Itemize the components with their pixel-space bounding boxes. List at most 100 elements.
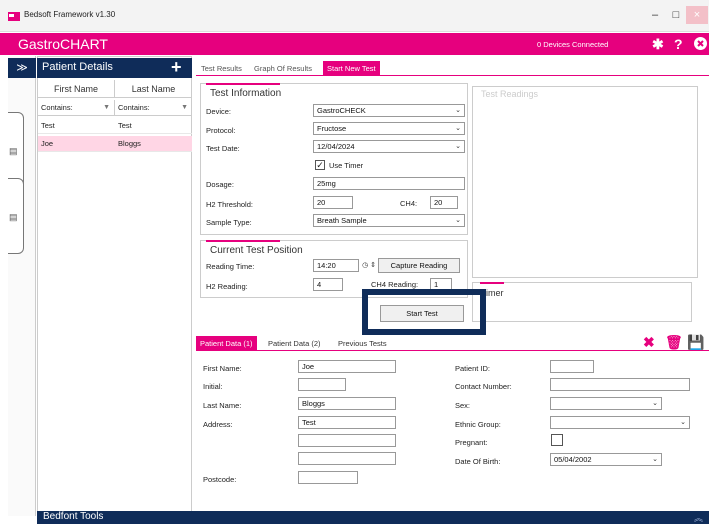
ethnic-group-select[interactable]: ⌄	[550, 416, 690, 429]
folder-icon: ▤	[9, 212, 18, 222]
chevron-down-icon: ⌄	[652, 400, 658, 407]
protocol-value: Fructose	[317, 124, 347, 133]
last-name-input[interactable]: Bloggs	[298, 397, 396, 410]
filter-first-name[interactable]: Contains: ▼	[38, 100, 115, 116]
first-name-input[interactable]: Joe	[298, 360, 396, 373]
protocol-label: Protocol:	[206, 126, 236, 135]
patient-row-selected[interactable]: Joe Bloggs	[38, 136, 192, 152]
filter-label: Contains:	[41, 103, 73, 112]
current-position-title: Current Test Position	[210, 245, 303, 256]
save-icon[interactable]: 💾	[687, 334, 704, 351]
filter-last-name[interactable]: Contains: ▼	[115, 100, 192, 116]
tab-start-new-test[interactable]: Start New Test	[323, 61, 380, 76]
window-titlebar: Bedsoft Framework v1.30 – □ ×	[0, 0, 709, 32]
close-window-button[interactable]: ×	[686, 6, 708, 24]
expand-sidebar-button[interactable]: ≫	[8, 58, 36, 78]
column-last-name[interactable]: Last Name	[115, 80, 192, 98]
test-readings-group	[472, 86, 698, 278]
tab-patient-data-1[interactable]: Patient Data (1)	[196, 336, 257, 351]
address-line-3[interactable]	[298, 452, 396, 465]
address-line-1[interactable]: Test	[298, 416, 396, 429]
tab-previous-tests[interactable]: Previous Tests	[334, 336, 391, 351]
dosage-label: Dosage:	[206, 180, 234, 189]
clock-icon[interactable]: ◷ ⇕	[362, 260, 376, 271]
reading-time-input[interactable]: 14:20 ◷ ⇕	[313, 259, 376, 272]
dob-picker[interactable]: 05/04/2002 ⌄	[550, 453, 662, 466]
patient-details-title: Patient Details	[42, 61, 113, 73]
minimize-button[interactable]: –	[645, 6, 665, 24]
group-accent-bar	[206, 240, 280, 242]
chevron-down-icon: ⌄	[652, 456, 658, 463]
chevron-down-icon: ⌄	[455, 107, 461, 114]
contact-number-input[interactable]	[550, 378, 690, 391]
close-circle-icon[interactable]	[694, 37, 707, 50]
tab-graph-of-results[interactable]: Graph Of Results	[250, 61, 316, 76]
dosage-input[interactable]: 25mg	[313, 177, 465, 190]
h2-threshold-label: H2 Threshold:	[206, 200, 253, 209]
postcode-input[interactable]	[298, 471, 358, 484]
address-line-2[interactable]	[298, 434, 396, 447]
trash-icon[interactable]: 🗑	[665, 334, 683, 351]
highlight-box	[362, 289, 486, 335]
group-accent-bar	[480, 282, 504, 284]
bedfont-tools-bar[interactable]: Bedfont Tools ︽	[37, 511, 709, 524]
app-header: GastroCHART 0 Devices Connected ✱ ?	[0, 33, 709, 55]
tab-test-results[interactable]: Test Results	[197, 61, 246, 76]
column-first-name[interactable]: First Name	[38, 80, 115, 98]
funnel-icon[interactable]: ▼	[103, 100, 110, 116]
sample-type-select[interactable]: Breath Sample ⌄	[313, 214, 465, 227]
patient-row[interactable]: Test Test	[38, 118, 192, 134]
pregnant-checkbox[interactable]	[551, 434, 563, 446]
dob-value: 05/04/2002	[554, 455, 592, 464]
test-readings-title: Test Readings	[481, 89, 539, 99]
capture-reading-button[interactable]: Capture Reading	[378, 258, 460, 273]
initial-input[interactable]	[298, 378, 346, 391]
postcode-label: Postcode:	[203, 475, 237, 484]
timer-group	[472, 282, 692, 322]
filter-label: Contains:	[118, 103, 150, 112]
patient-details-header: Patient Details +	[37, 57, 192, 78]
address-label: Address:	[203, 420, 233, 429]
ethnic-group-label: Ethnic Group:	[455, 420, 501, 429]
dob-label: Date Of Birth:	[455, 457, 501, 466]
group-accent-bar	[206, 83, 280, 85]
window-title: Bedsoft Framework v1.30	[24, 10, 116, 19]
collapse-up-icon[interactable]: ︽	[694, 511, 703, 524]
sex-label: Sex:	[455, 401, 471, 410]
h2-reading-label: H2 Reading:	[206, 282, 248, 291]
device-value: GastroCHECK	[317, 106, 366, 115]
first-name-label: First Name:	[203, 364, 242, 373]
use-timer-checkbox[interactable]: ✓	[315, 160, 325, 170]
use-timer-label: Use Timer	[329, 161, 364, 170]
sample-type-label: Sample Type:	[206, 218, 252, 227]
h2-threshold-input[interactable]: 20	[313, 196, 353, 209]
tab-patient-data-2[interactable]: Patient Data (2)	[264, 336, 325, 351]
ch4-threshold-input[interactable]: 20	[430, 196, 458, 209]
ch4-reading-label: CH4 Reading:	[371, 280, 419, 289]
chevron-down-icon: ⌄	[455, 143, 461, 150]
patient-first-name: Joe	[41, 139, 54, 148]
chevron-down-icon: ⌄	[455, 217, 461, 224]
h2-reading-input[interactable]: 4	[313, 278, 343, 291]
patient-last-name: Test	[118, 121, 132, 130]
chevron-down-icon: ⌄	[680, 419, 686, 426]
test-date-label: Test Date:	[206, 144, 240, 153]
side-tab-2[interactable]: ▤	[8, 178, 24, 254]
maximize-button[interactable]: □	[666, 6, 686, 24]
device-select[interactable]: GastroCHECK ⌄	[313, 104, 465, 117]
help-button[interactable]: ?	[674, 36, 683, 52]
funnel-icon[interactable]: ▼	[181, 100, 188, 116]
test-date-picker[interactable]: 12/04/2024 ⌄	[313, 140, 465, 153]
sex-select[interactable]: ⌄	[550, 397, 662, 410]
bedfont-tools-title: Bedfont Tools	[43, 511, 104, 522]
patient-last-name: Bloggs	[118, 139, 141, 148]
add-patient-button[interactable]: +	[171, 57, 182, 78]
gear-icon[interactable]: ✱	[652, 36, 664, 53]
delete-x-icon[interactable]: ✖	[643, 334, 655, 351]
reading-time-value: 14:20	[317, 261, 336, 270]
patient-id-input[interactable]	[550, 360, 594, 373]
devices-status: 0 Devices Connected	[537, 40, 609, 49]
side-tab-1[interactable]: ▤	[8, 112, 24, 188]
protocol-select[interactable]: Fructose ⌄	[313, 122, 465, 135]
initial-label: Initial:	[203, 382, 223, 391]
